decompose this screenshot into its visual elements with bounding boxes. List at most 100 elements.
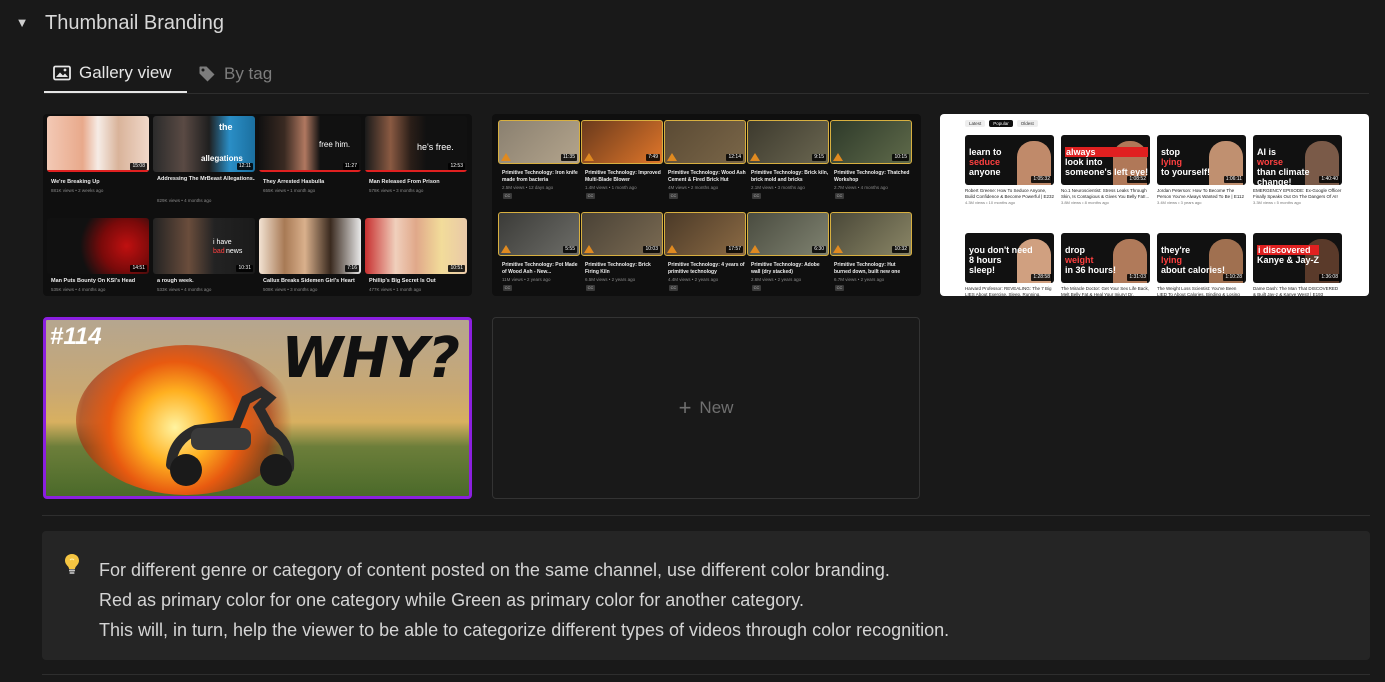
video-tile: the allegations 12:11 Addressing The MrB… <box>153 116 255 204</box>
thumbnail-text: stop lying to yourself! <box>1161 147 1210 177</box>
cc-badge: CC <box>586 285 595 291</box>
video-meta: 1.4M views • 1 month ago <box>585 185 637 190</box>
thumbnail-text: they're lying about calories! <box>1161 245 1225 275</box>
tab-label: By tag <box>224 64 273 83</box>
toggle-arrow[interactable]: ▼ <box>14 14 30 30</box>
video-tile: 7:49 Primitive Technology: Improved Multi… <box>581 120 663 208</box>
video-meta: 4.3M views • 10 months ago <box>965 200 1016 205</box>
video-duration: 1:08:52 <box>1127 176 1148 183</box>
video-tile: they're lying about calories! 1:10:28 The We… <box>1157 233 1246 296</box>
video-tile: i discovered Kanye & Jay-Z 1:36:08 Dame Das… <box>1253 233 1342 296</box>
thumbnail-text: drop weight in 36 hours! <box>1065 245 1116 275</box>
thumbnail-text: bad <box>213 248 225 255</box>
channel-logo-icon <box>750 245 760 253</box>
gallery-card-4[interactable]: #114 WHY? <box>43 317 472 499</box>
video-thumbnail: 14:51 <box>47 218 149 274</box>
thumbnail-text: you don't need 8 hours sleep! <box>969 245 1033 275</box>
video-duration: 1:10:28 <box>1223 274 1244 281</box>
video-title: Callux Breaks Sidemen Girl's Heart <box>263 278 355 284</box>
thumbnail-text-line: i discovered <box>1257 245 1320 255</box>
video-duration: 6:30 <box>812 246 826 253</box>
thumbnail-text-line: Kanye & Jay-Z <box>1257 255 1320 265</box>
divider <box>42 674 1370 675</box>
video-duration: 1:36:08 <box>1319 274 1340 281</box>
video-thumbnail: drop weight in 36 hours! 1:31:03 <box>1061 233 1150 283</box>
channel-logo-icon <box>501 245 511 253</box>
thumbnail-text: he's free. <box>417 142 454 152</box>
channel-logo-icon <box>584 153 594 161</box>
video-thumbnail: they're lying about calories! 1:10:28 <box>1157 233 1246 283</box>
video-meta: 3.3M views • 5 months ago <box>1253 200 1301 205</box>
video-thumbnail: stop lying to yourself! 1:06:11 <box>1157 135 1246 185</box>
video-thumbnail: i discovered Kanye & Jay-Z 1:36:08 <box>1253 233 1342 283</box>
gallery-card-1[interactable]: 15:08 We're Breaking Up 881K views • 2 w… <box>43 114 472 296</box>
video-meta: 477K views • 1 month ago <box>369 287 422 292</box>
video-tile: i have bad news 10:31 a rough week. 533K… <box>153 218 255 296</box>
video-meta: 11M views • 2 years ago <box>502 277 551 282</box>
video-duration: 10:32 <box>892 246 909 253</box>
video-thumbnail: always look into someone's left eye! 1:08:5… <box>1061 135 1150 185</box>
video-tile: drop weight in 36 hours! 1:31:03 The Miracle… <box>1061 233 1150 296</box>
video-meta: 829K views • 4 months ago <box>157 198 212 203</box>
video-meta: 3.4M views • 3 years ago <box>1157 200 1202 205</box>
video-tile: always look into someone's left eye! 1:08:5… <box>1061 135 1150 215</box>
channel-logo-icon <box>584 245 594 253</box>
video-title: Primitive Technology: 4 years of primiti… <box>668 262 745 275</box>
video-tile: 7:16 Callux Breaks Sidemen Girl's Heart … <box>259 218 361 296</box>
video-title: Primitive Technology: Hut burned down, b… <box>834 262 901 275</box>
thumbnail-text-line: drop <box>1065 245 1085 255</box>
video-duration: 5:55 <box>563 246 577 253</box>
channel-tab: Popular <box>989 120 1013 127</box>
thumbnail-text: free him. <box>319 140 351 149</box>
video-meta: 881K views • 2 weeks ago <box>51 188 104 193</box>
video-title: Harvard Professor: REVEALING: The 7 Big … <box>965 286 1052 296</box>
video-thumbnail: 15:08 <box>47 116 149 172</box>
video-meta: 2.6M views • 2 years ago <box>751 277 802 282</box>
cc-badge: CC <box>586 193 595 199</box>
cc-badge: CC <box>669 193 678 199</box>
video-tile: 5:55 Primitive Technology: Pot Made of Wo… <box>498 212 580 296</box>
video-thumbnail: he's free. 12:53 <box>365 116 467 172</box>
video-duration: 10:15 <box>892 154 909 161</box>
view-tabs: Gallery view By tag <box>44 55 1369 94</box>
thumbnail-text-line: weight <box>1065 255 1094 265</box>
video-tile: 9:15 Primitive Technology: Brick kiln, br… <box>747 120 829 208</box>
video-thumbnail: 7:49 <box>581 120 663 164</box>
video-title: The Weight Loss Scientist: You've Been L… <box>1157 286 1240 296</box>
channel-tab: Latest <box>965 120 986 127</box>
toggle-title: Thumbnail Branding <box>45 12 224 34</box>
cc-badge: CC <box>752 193 761 199</box>
video-thumbnail: 9:15 <box>747 120 829 164</box>
video-duration: 1:06:11 <box>1223 176 1244 183</box>
thumbnail-text-line: worse <box>1257 157 1284 167</box>
video-tile: 10:03 Primitive Technology: Brick Firing … <box>581 212 663 296</box>
video-title: Jordan Peterson: How To Become The Perso… <box>1157 188 1245 199</box>
video-duration: 1:05:32 <box>1031 176 1052 183</box>
new-card-button[interactable]: + New <box>492 317 920 499</box>
video-meta: 2.1M views • 3 months ago <box>751 185 805 190</box>
video-duration: 11:27 <box>342 163 359 170</box>
video-title: No.1 Neuroscientist: Stress Leaks Throug… <box>1061 188 1150 199</box>
tab-gallery-view[interactable]: Gallery view <box>44 55 187 93</box>
video-duration: 9:15 <box>812 154 826 161</box>
tab-by-tag[interactable]: By tag <box>196 55 272 93</box>
video-thumbnail: AI is worse than climate change! 1:40:40 <box>1253 135 1342 185</box>
channel-logo-icon <box>667 153 677 161</box>
scooter-graphic <box>166 386 295 486</box>
video-meta: 3.8M views • 8 months ago <box>1061 200 1109 205</box>
video-duration: 15:08 <box>130 163 147 170</box>
thumbnail-text-line: you don't need <box>969 245 1033 255</box>
video-title: Man Puts Bounty On KSI's Head <box>51 278 136 284</box>
video-thumbnail: 10:32 <box>830 212 912 256</box>
gallery-card-3[interactable]: Latest Popular Oldest learn to seduce anyo… <box>940 114 1369 296</box>
video-tile: he's free. 12:53 Man Released From Priso… <box>365 116 467 204</box>
channel-logo-icon <box>667 245 677 253</box>
video-meta: 6.7M views • 2 years ago <box>834 277 885 282</box>
video-duration: 10:51 <box>448 265 465 272</box>
channel-logo-icon <box>750 153 760 161</box>
thumbnail-headline: WHY? <box>281 326 460 391</box>
video-thumbnail: free him. 11:27 <box>259 116 361 172</box>
video-meta: 578K views • 3 months ago <box>369 188 424 193</box>
channel-logo-icon <box>833 153 843 161</box>
gallery-card-2[interactable]: 11:35 Primitive Technology: Iron knife ma… <box>492 114 921 296</box>
